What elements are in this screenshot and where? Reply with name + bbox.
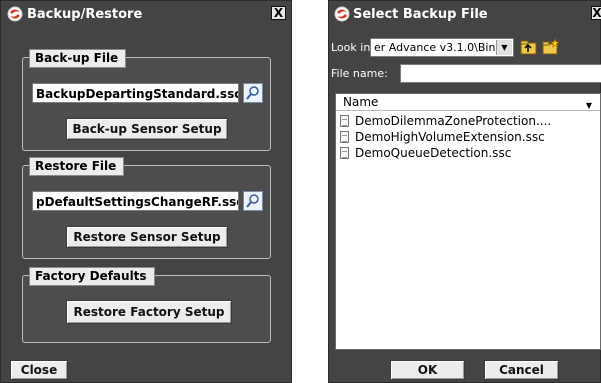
new-folder-icon[interactable] bbox=[542, 38, 560, 56]
cancel-button[interactable]: Cancel bbox=[484, 360, 559, 380]
chevron-down-icon[interactable]: ▼ bbox=[496, 40, 512, 55]
close-icon[interactable]: X bbox=[271, 6, 286, 20]
backup-file-legend: Back-up File bbox=[29, 49, 127, 68]
backup-file-group: Back-up File BackupDepartingStandard.ssc… bbox=[22, 49, 271, 151]
restore-sensor-setup-button[interactable]: Restore Sensor Setup bbox=[66, 226, 228, 248]
close-button[interactable]: Close bbox=[10, 360, 68, 380]
list-item[interactable]: DemoHighVolumeExtension.ssc bbox=[340, 129, 545, 145]
file-list[interactable]: Name ▼ DemoDilemmaZoneProtection.... Dem… bbox=[335, 93, 601, 350]
name-column-header[interactable]: Name ▼ bbox=[336, 94, 600, 111]
magnifier-icon[interactable] bbox=[243, 83, 263, 103]
file-name-label: File name: bbox=[331, 67, 388, 80]
file-name-input[interactable] bbox=[400, 64, 601, 83]
backup-sensor-setup-button[interactable]: Back-up Sensor Setup bbox=[66, 118, 228, 140]
title-bar[interactable]: Select Backup File X bbox=[329, 1, 601, 27]
file-name: DemoDilemmaZoneProtection.... bbox=[355, 114, 552, 128]
select-backup-file-dialog: Select Backup File X Look in: er Advance… bbox=[328, 0, 601, 383]
app-logo-icon bbox=[7, 6, 23, 22]
list-item[interactable]: DemoDilemmaZoneProtection.... bbox=[340, 113, 551, 129]
sort-desc-icon: ▼ bbox=[585, 101, 592, 110]
list-item[interactable]: DemoQueueDetection.ssc bbox=[340, 145, 511, 161]
factory-defaults-legend: Factory Defaults bbox=[29, 267, 155, 286]
dialog-title: Backup/Restore bbox=[27, 7, 143, 22]
file-name: DemoQueueDetection.ssc bbox=[355, 146, 512, 160]
restore-file-group: Restore File pDefaultSettingsChangeRF.ss… bbox=[22, 157, 271, 259]
name-column-label: Name bbox=[343, 95, 379, 109]
file-name: DemoHighVolumeExtension.ssc bbox=[355, 130, 545, 144]
look-in-label: Look in: bbox=[331, 41, 374, 54]
dialog-title: Select Backup File bbox=[353, 7, 488, 22]
title-bar[interactable]: Backup/Restore X bbox=[1, 1, 291, 27]
look-in-value: er Advance v3.1.0\Bin bbox=[374, 41, 496, 54]
look-in-select[interactable]: er Advance v3.1.0\Bin ▼ bbox=[370, 38, 514, 57]
factory-defaults-group: Factory Defaults Restore Factory Setup bbox=[22, 267, 271, 343]
close-icon[interactable]: X bbox=[591, 6, 601, 20]
restore-factory-setup-button[interactable]: Restore Factory Setup bbox=[66, 300, 232, 324]
file-icon bbox=[340, 115, 349, 127]
backup-restore-dialog: Backup/Restore X Back-up File BackupDepa… bbox=[0, 0, 292, 383]
file-icon bbox=[340, 131, 349, 143]
restore-file-legend: Restore File bbox=[29, 157, 125, 176]
backup-file-field[interactable]: BackupDepartingStandard.ssc bbox=[32, 83, 239, 103]
restore-file-field[interactable]: pDefaultSettingsChangeRF.ssc bbox=[32, 191, 239, 211]
up-folder-icon[interactable] bbox=[520, 38, 538, 56]
ok-button[interactable]: OK bbox=[390, 360, 465, 380]
file-icon bbox=[340, 147, 349, 159]
magnifier-icon[interactable] bbox=[243, 191, 263, 211]
app-logo-icon bbox=[334, 6, 350, 22]
